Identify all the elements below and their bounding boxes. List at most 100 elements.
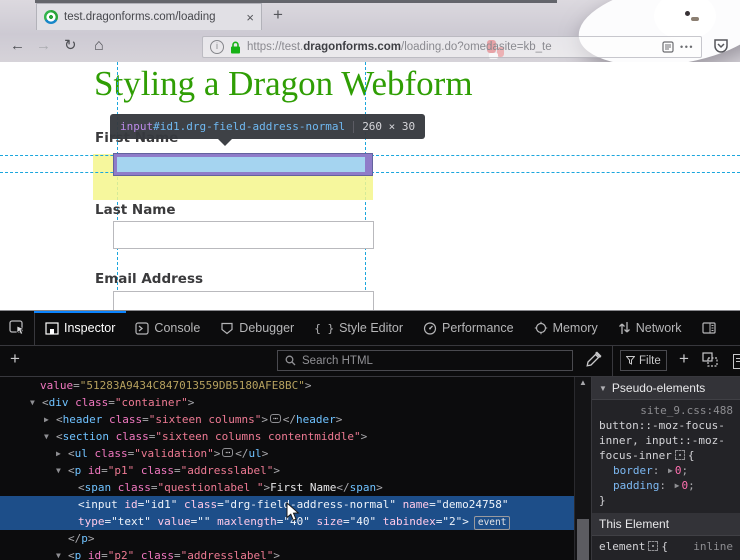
tab-debugger[interactable]: Debugger <box>210 311 304 345</box>
code-token: "questionlabel " <box>158 481 264 494</box>
eyedropper-icon[interactable] <box>585 351 602 368</box>
reader-mode-icon[interactable] <box>662 41 674 53</box>
markup-view: value="51283A9434C847013559DB5180AFE8BC"… <box>0 377 574 560</box>
tab-inspector[interactable]: Inspector <box>35 311 125 345</box>
browser-chrome: test.dragonforms.com/loading × + ← → ↻ ⌂… <box>0 0 740 62</box>
markup-row[interactable]: ▼<p id="p2" class="addresslabel"> <box>0 547 574 560</box>
infobar-selector: #id1.drg-field-address-normal <box>153 120 345 133</box>
infobar-tag: input <box>120 120 153 133</box>
devtools-tabbar: Inspector Console Debugger { } Style Edi… <box>0 311 740 346</box>
url-bar[interactable]: i https://test.dragonforms.com/loading.d… <box>202 36 702 58</box>
css-declaration[interactable]: padding: ▶0; <box>599 478 733 493</box>
page-actions-icon[interactable]: ••• <box>680 42 694 52</box>
tab-console[interactable]: Console <box>125 311 210 345</box>
pseudo-class-panel-icon[interactable] <box>702 352 720 368</box>
markup-row[interactable]: ▼<div class="container"> <box>0 394 574 411</box>
open-brace: { <box>661 540 668 553</box>
collapse-twisty-icon[interactable]: ▼ <box>599 384 607 393</box>
browser-tab[interactable]: test.dragonforms.com/loading × <box>36 3 262 30</box>
code-token: p <box>81 532 88 545</box>
code-token: "p1" <box>108 464 135 477</box>
theme-art-animal-beak <box>691 17 699 21</box>
markup-row[interactable]: ▼<p id="p1" class="addresslabel"> <box>0 462 574 479</box>
tab-partial-right[interactable] <box>692 311 726 345</box>
email-input[interactable] <box>113 291 374 310</box>
scrollbar-thumb[interactable] <box>577 519 589 560</box>
markup-row[interactable]: ▼<section class="sixteen columns content… <box>0 428 574 445</box>
tab-network[interactable]: Network <box>608 311 692 345</box>
css-declaration[interactable]: border: ▶0; <box>599 463 733 478</box>
collapsed-children-icon[interactable]: ⋯ <box>270 414 281 423</box>
expand-twisty-icon[interactable]: ▼ <box>30 394 42 411</box>
expand-twisty-icon[interactable]: ▶ <box>56 445 68 462</box>
memory-icon <box>534 321 548 335</box>
pocket-icon[interactable] <box>712 37 730 55</box>
tab-style-editor-label: Style Editor <box>339 321 403 335</box>
tab-performance[interactable]: Performance <box>413 311 524 345</box>
url-path: /loading.do?omedasite=kb_te <box>401 41 552 53</box>
property-name[interactable]: padding <box>613 479 659 492</box>
code-token: "" <box>197 515 210 528</box>
markup-scrollbar[interactable]: ▲ <box>574 377 591 560</box>
forward-button[interactable]: → <box>36 36 51 56</box>
search-icon <box>285 355 296 366</box>
selector-highlighter-icon[interactable] <box>675 450 685 460</box>
code-token: "sixteen columns" <box>149 413 262 426</box>
markup-row[interactable]: value="51283A9434C847013559DB5180AFE8BC"… <box>0 377 574 394</box>
markup-row[interactable]: ▶<header class="sixteen columns">⋯</head… <box>0 411 574 428</box>
element-style-rule[interactable]: element{ inline <box>592 536 740 557</box>
expand-twisty-icon[interactable]: ▼ <box>56 462 68 479</box>
search-html-input[interactable]: Search HTML <box>277 350 573 371</box>
code-token: </ <box>283 413 296 426</box>
selector-highlighter-icon[interactable] <box>648 541 658 551</box>
stylesheet-link[interactable]: site_9.css:488 <box>599 403 733 418</box>
add-rule-button[interactable]: + <box>679 349 689 369</box>
expand-value-icon[interactable]: ▶ <box>668 466 673 475</box>
add-node-button[interactable]: + <box>10 349 20 369</box>
code-token <box>88 447 95 460</box>
tab-memory[interactable]: Memory <box>524 311 608 345</box>
code-token: "51283A9434C847013559DB5180AFE8BC" <box>80 379 305 392</box>
new-tab-button[interactable]: + <box>273 5 283 25</box>
collapsed-children-icon[interactable]: ⋯ <box>222 448 233 457</box>
tab-style-editor[interactable]: { } Style Editor <box>304 311 413 345</box>
open-brace: { <box>688 449 695 462</box>
infobar-dimensions: 260 × 30 <box>362 120 415 133</box>
filter-placeholder: Filte <box>639 355 661 367</box>
expand-twisty-icon[interactable]: ▼ <box>44 428 56 445</box>
code-token <box>81 549 88 560</box>
tab-performance-label: Performance <box>442 321 514 335</box>
last-name-label: Last Name <box>95 202 176 218</box>
pseudo-elements-header[interactable]: ▼ Pseudo-elements <box>592 377 740 400</box>
code-token: input <box>85 498 118 511</box>
markup-row[interactable]: ▶<ul class="validation">⋯</ul> <box>0 445 574 462</box>
pick-element-icon <box>9 320 26 336</box>
tab-close-icon[interactable]: × <box>246 11 254 24</box>
page-info-icon[interactable]: i <box>210 40 224 54</box>
rule-selector-text: focus-inner <box>599 449 672 462</box>
pick-element-button[interactable] <box>0 311 35 345</box>
code-token: > <box>336 413 343 426</box>
markup-row[interactable]: <span class="questionlabel ">First Name<… <box>0 479 574 496</box>
rule-selector-line: button::-moz-focus- <box>599 418 733 433</box>
inline-source-label: inline <box>693 540 733 553</box>
markup-row[interactable]: </p> <box>0 530 574 547</box>
expand-twisty-icon[interactable]: ▶ <box>44 411 56 428</box>
event-badge[interactable]: event <box>474 516 511 530</box>
code-token: "container" <box>115 396 188 409</box>
last-name-input[interactable] <box>113 221 374 249</box>
scroll-up-icon[interactable]: ▲ <box>575 378 591 387</box>
partial-toolbar-icon[interactable] <box>733 354 740 369</box>
pseudo-elements-label: Pseudo-elements <box>612 381 705 395</box>
filter-styles-input[interactable]: Filte <box>620 350 667 371</box>
code-token <box>376 515 383 528</box>
reload-button[interactable]: ↻ <box>64 36 77 56</box>
code-token: class <box>75 396 108 409</box>
first-name-input[interactable] <box>117 157 365 172</box>
back-button[interactable]: ← <box>10 36 25 56</box>
browser-window: test.dragonforms.com/loading × + ← → ↻ ⌂… <box>0 0 740 560</box>
property-name[interactable]: border <box>613 464 653 477</box>
home-button[interactable]: ⌂ <box>94 36 104 56</box>
expand-twisty-icon[interactable]: ▼ <box>56 547 68 560</box>
expand-value-icon[interactable]: ▶ <box>675 481 680 490</box>
